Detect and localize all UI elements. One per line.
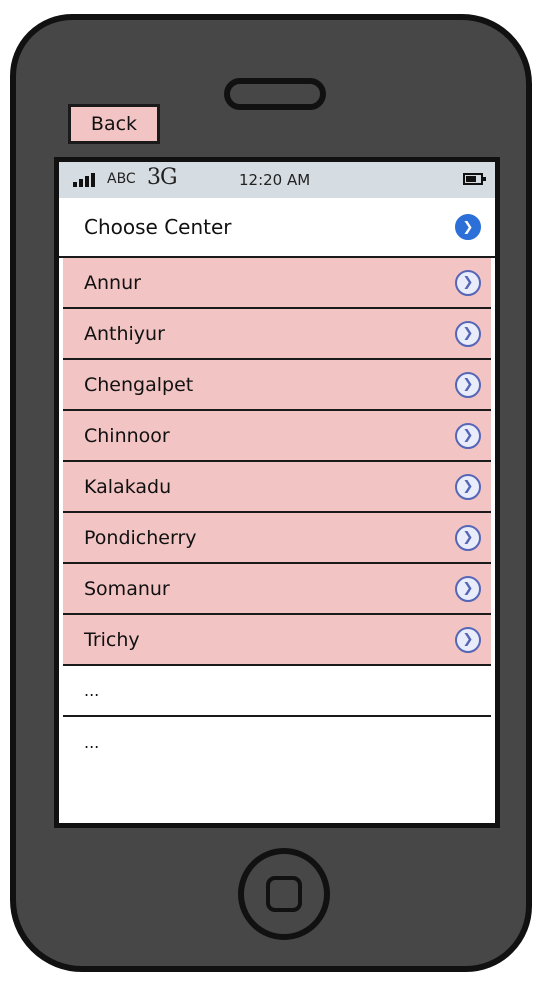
status-time: 12:20 AM — [239, 171, 311, 189]
home-square-icon — [266, 876, 302, 912]
list-item-label: Somanur — [84, 577, 170, 600]
list-item-center[interactable]: Somanur ❯ — [63, 564, 491, 615]
mockup-stage: Back ABC 3G 12:20 AM Choose Center ❯ Ann… — [0, 0, 545, 982]
list-item-label: Kalakadu — [84, 475, 172, 498]
list-item-label: Chinnoor — [84, 424, 170, 447]
list-item-label: Trichy — [84, 628, 140, 651]
list-item-label: Annur — [84, 271, 141, 294]
chevron-right-icon[interactable]: ❯ — [455, 371, 481, 398]
carrier-label: ABC — [107, 171, 136, 187]
chevron-right-icon[interactable]: ❯ — [455, 626, 481, 653]
chevron-right-icon[interactable]: ❯ — [455, 473, 481, 500]
list-item-label: Pondicherry — [84, 526, 197, 549]
list-item-label: ... — [84, 681, 100, 700]
list-item-label: Anthiyur — [84, 322, 165, 345]
list-item-center[interactable]: Kalakadu ❯ — [63, 462, 491, 513]
list-item-center[interactable]: Pondicherry ❯ — [63, 513, 491, 564]
chevron-right-icon[interactable]: ❯ — [455, 422, 481, 449]
chevron-right-icon[interactable]: ❯ — [455, 320, 481, 347]
home-button[interactable] — [238, 848, 330, 940]
list-item-center[interactable]: Annur ❯ — [63, 258, 491, 309]
status-bar: ABC 3G 12:20 AM — [59, 162, 495, 198]
list-item-label: Chengalpet — [84, 373, 194, 396]
list-item-more[interactable]: ... — [63, 717, 491, 768]
list-item-center[interactable]: Chinnoor ❯ — [63, 411, 491, 462]
chevron-right-icon[interactable]: ❯ — [455, 214, 481, 240]
list-item-label: ... — [84, 733, 100, 752]
network-label: 3G — [147, 165, 178, 190]
list-item-more[interactable]: ... — [63, 666, 491, 717]
list-item-center[interactable]: Chengalpet ❯ — [63, 360, 491, 411]
list-header[interactable]: Choose Center ❯ — [59, 198, 495, 258]
list-item-center[interactable]: Anthiyur ❯ — [63, 309, 491, 360]
page-title: Choose Center — [84, 215, 232, 239]
back-button[interactable]: Back — [68, 104, 160, 144]
list-item-center[interactable]: Trichy ❯ — [63, 615, 491, 666]
chevron-right-icon[interactable]: ❯ — [455, 269, 481, 296]
phone-screen: ABC 3G 12:20 AM Choose Center ❯ Annur ❯ … — [54, 157, 500, 828]
signal-icon — [73, 173, 95, 187]
chevron-right-icon[interactable]: ❯ — [455, 524, 481, 551]
phone-speaker — [224, 78, 326, 110]
battery-icon — [463, 173, 486, 185]
chevron-right-icon[interactable]: ❯ — [455, 575, 481, 602]
